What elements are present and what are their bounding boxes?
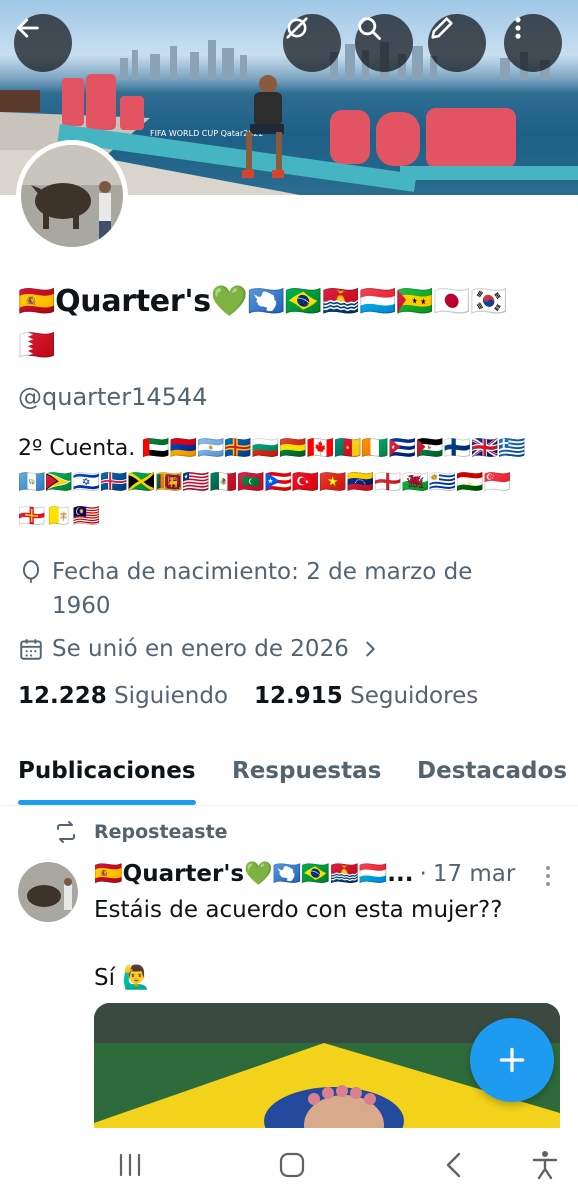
post-avatar-photo [18, 862, 78, 922]
balloon-icon [22, 560, 40, 583]
following-count: 12.228 [18, 683, 107, 709]
recent-apps-button[interactable] [113, 1148, 147, 1182]
no-sync-icon [286, 17, 308, 39]
post-separator: · [419, 860, 427, 887]
bio-flags: 🇬🇬🇻🇦🇲🇾 [18, 504, 101, 529]
profile-handle: @quarter14544 [18, 383, 208, 411]
tab-publicaciones[interactable]: Publicaciones [18, 758, 196, 784]
post-header: 🇪🇸Quarter's💚🇦🇶🇧🇷🇰🇮🇱🇺... · 17 mar [94, 860, 534, 888]
edit-icon [431, 17, 453, 39]
post-text-line: Estáis de acuerdo con esta mujer?? [94, 897, 503, 923]
tab-destacados[interactable]: Destacados [417, 758, 567, 784]
arrow-left-icon [17, 18, 39, 38]
bio-flags: 🇦🇪🇦🇲🇦🇷🇦🇽🇧🇬🇧🇴🇨🇦🇨🇲🇨🇮🇨🇺🇪🇭🇫🇮🇬🇧🇬🇷 [142, 436, 526, 461]
bio-flags: 🇬🇹🇬🇾🇮🇱🇮🇸🇯🇲🇱🇰🇱🇷🇲🇽🇲🇻🇵🇷🇹🇷🇻🇳🇻🇪🏴󠁧󠁢󠁥󠁮󠁧󠁿🏴󠁧󠁢󠁷󠁬󠁳󠁿… [18, 470, 512, 495]
post-author-name[interactable]: 🇪🇸Quarter's💚🇦🇶🇧🇷🇰🇮🇱🇺... [94, 860, 414, 887]
name-emoji-suffix: 💚🇦🇶🇧🇷🇰🇮🇱🇺🇸🇹🇯🇵🇰🇷 [210, 284, 508, 319]
repost-label: Reposteaste [94, 821, 228, 843]
post-text: Estáis de acuerdo con esta mujer?? Sí 🙋‍… [94, 893, 544, 995]
followers-label: Seguidores [350, 683, 479, 709]
repost-indicator: Reposteaste [54, 820, 228, 844]
compose-fab[interactable] [470, 1018, 554, 1102]
following-link[interactable]: 12.228 Siguiendo [18, 683, 228, 709]
search-button[interactable] [355, 14, 413, 72]
post-more-icon[interactable] [538, 864, 558, 888]
followers-count: 12.915 [254, 683, 343, 709]
post-author-avatar[interactable] [18, 862, 78, 922]
chevron-right-icon [366, 641, 375, 657]
name-flag: 🇪🇸 [18, 284, 56, 319]
system-nav-bar [0, 1128, 578, 1200]
profile-name: 🇪🇸Quarter's💚🇦🇶🇧🇷🇰🇮🇱🇺🇸🇹🇯🇵🇰🇷 🇧🇭 [18, 280, 563, 368]
search-icon [358, 17, 381, 40]
accessibility-button[interactable] [528, 1148, 562, 1182]
birthdate-text: Fecha de nacimiento: 2 de marzo de 1960 [52, 559, 473, 619]
joined-row[interactable]: Se unió en enero de 2026 [18, 632, 381, 666]
avatar-photo [21, 145, 123, 247]
plus-icon [499, 1047, 525, 1073]
more-options-button[interactable] [504, 14, 562, 72]
display-name: Quarter's [55, 284, 211, 319]
post-date[interactable]: 17 mar [433, 861, 516, 887]
tab-respuestas[interactable]: Respuestas [232, 758, 381, 784]
mute-sync-button[interactable] [283, 14, 341, 72]
more-vertical-icon [515, 17, 521, 39]
followers-link[interactable]: 12.915 Seguidores [254, 683, 478, 709]
joined-text: Se unió en enero de 2026 [52, 636, 349, 662]
profile-tabs: Publicaciones Respuestas Destacados [0, 748, 578, 806]
active-tab-indicator [18, 800, 196, 805]
profile-avatar[interactable] [16, 140, 128, 252]
home-button[interactable] [275, 1148, 309, 1182]
edit-button[interactable] [428, 14, 486, 72]
bio-text: 2º Cuenta. [18, 436, 143, 461]
back-button[interactable] [14, 14, 72, 72]
calendar-icon [20, 639, 42, 660]
follow-counts: 12.228 Siguiendo 12.915 Seguidores [18, 683, 478, 709]
following-label: Siguiendo [114, 683, 229, 709]
post-text-line: Sí 🙋‍♂️ [94, 965, 151, 991]
birthdate-row: Fecha de nacimiento: 2 de marzo de 1960 [18, 555, 498, 623]
back-nav-button[interactable] [438, 1148, 472, 1182]
name-emoji-line2: 🇧🇭 [18, 328, 56, 363]
profile-bio: 2º Cuenta. 🇦🇪🇦🇲🇦🇷🇦🇽🇧🇬🇧🇴🇨🇦🇨🇲🇨🇮🇨🇺🇪🇭🇫🇮🇬🇧🇬🇷 … [18, 432, 563, 534]
repost-icon [57, 821, 75, 843]
